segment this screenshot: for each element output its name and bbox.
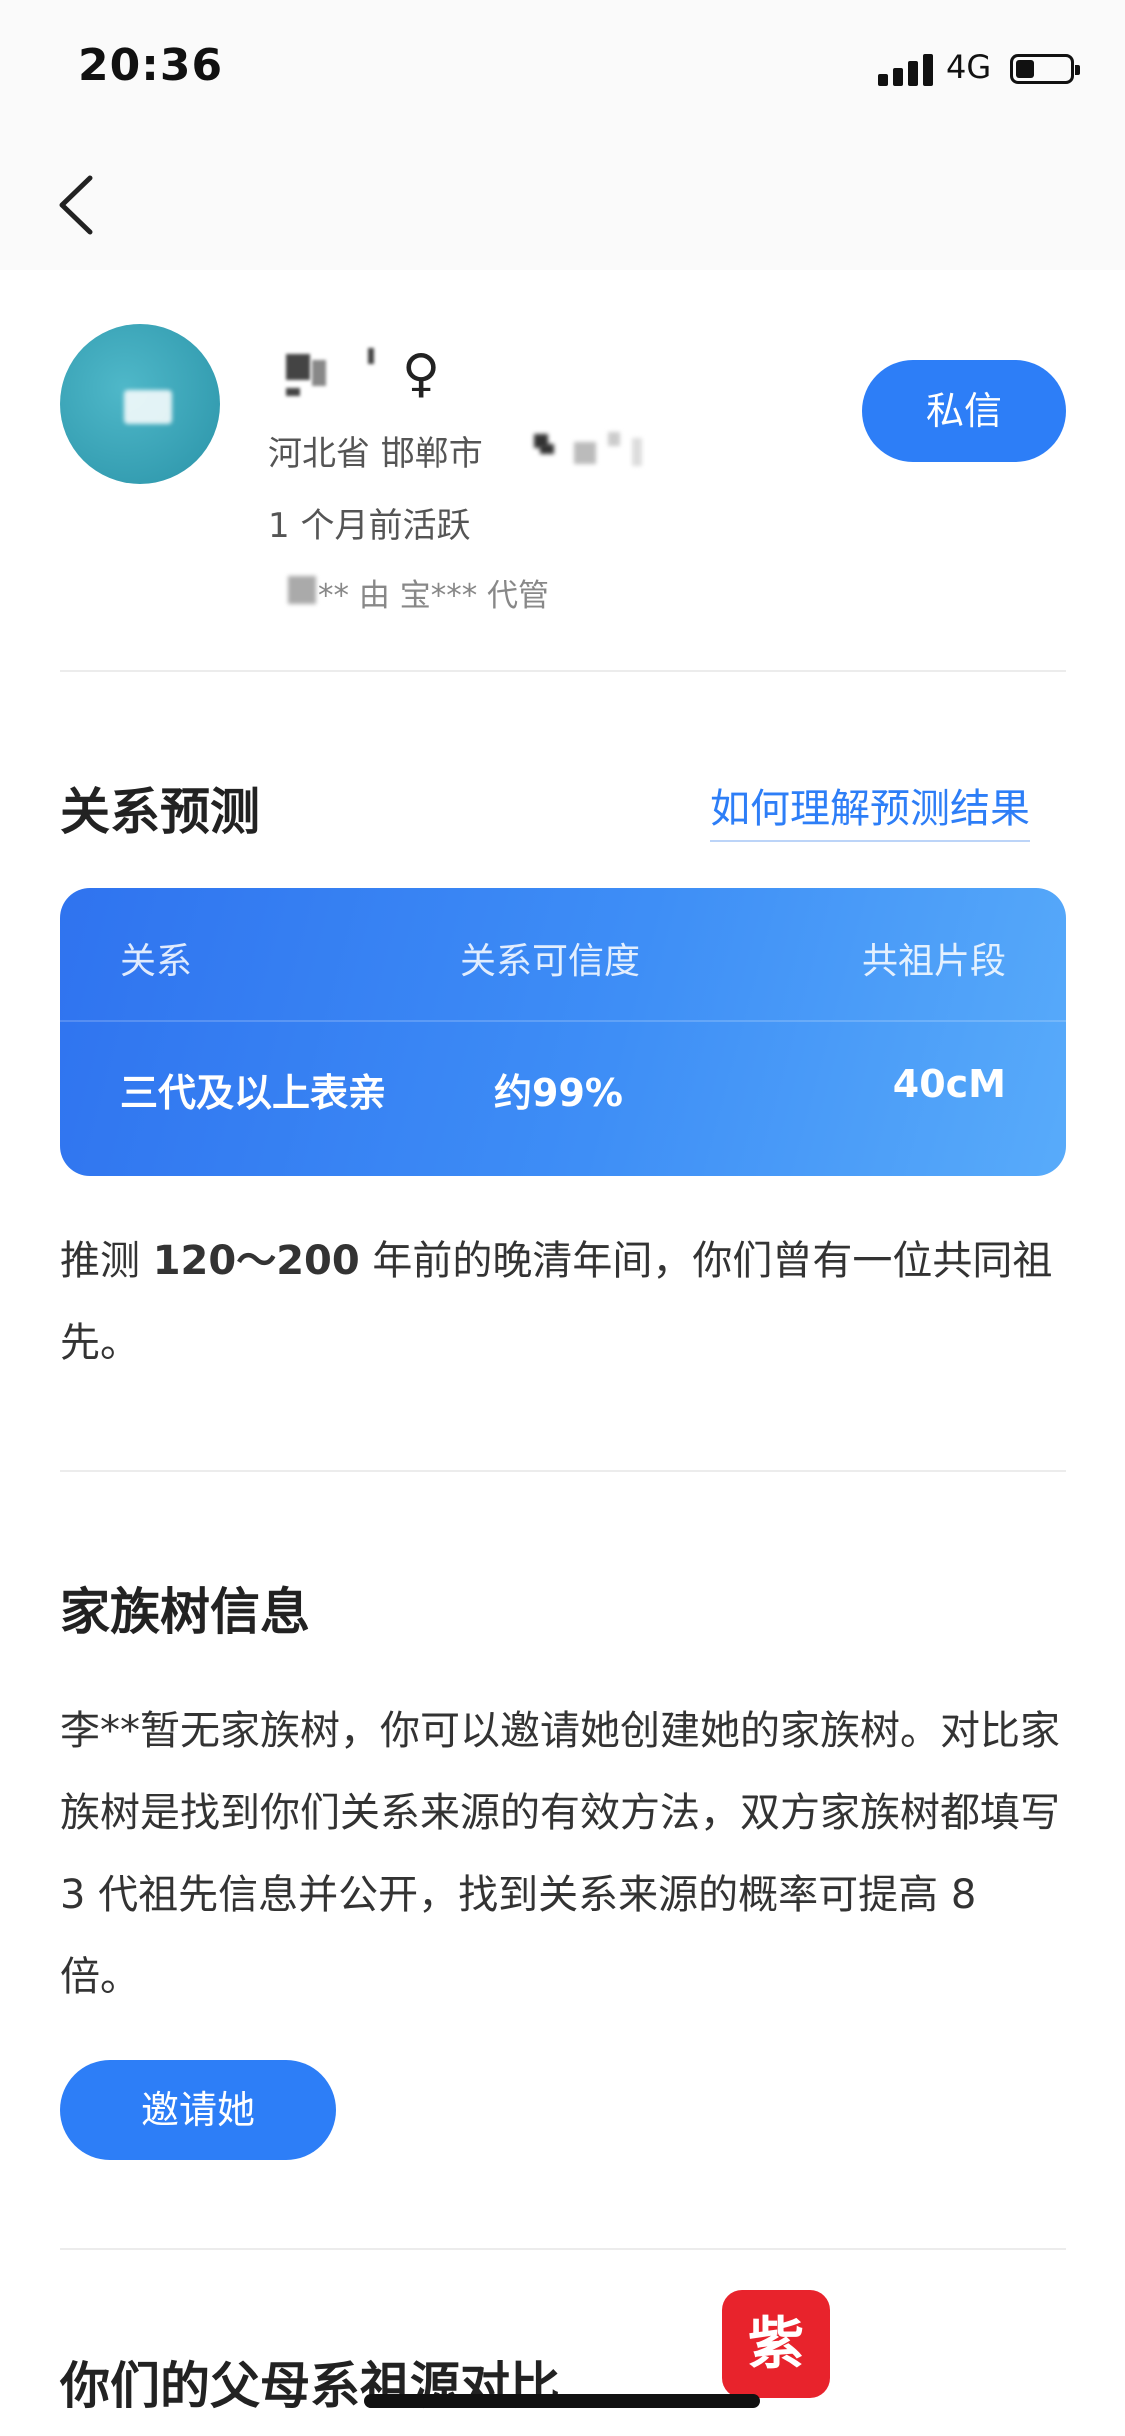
divider — [60, 670, 1066, 672]
last-active: 1 个月前活跃 — [268, 506, 471, 546]
location-text: 河北省 邯郸市 — [268, 434, 483, 474]
signal-bars-icon — [878, 52, 934, 86]
network-label: 4G — [946, 48, 992, 86]
home-indicator[interactable] — [364, 2394, 760, 2408]
value-relation: 三代及以上表亲 — [120, 1071, 387, 1115]
value-segment: 40cM — [892, 1062, 1006, 1106]
family-tree-description: 李**暂无家族树，你可以邀请她创建她的家族树。对比家族树是找到你们关系来源的有效… — [60, 1708, 1060, 2000]
header-relation: 关系 — [120, 941, 193, 982]
name-redacted — [286, 344, 374, 398]
estimate-range: 120～200 — [152, 1238, 360, 1284]
avatar[interactable] — [60, 324, 220, 484]
header-confidence: 关系可信度 — [460, 941, 641, 982]
location-redacted — [534, 426, 654, 476]
managed-by: ** 由 宝*** 代管 — [318, 578, 550, 614]
estimate-text: 推测 120～200 年前的晚清年间，你们曾有一位共同祖先。 — [60, 1238, 1053, 1366]
nav-bar — [0, 140, 1125, 270]
divider — [60, 1470, 1066, 1472]
female-icon: ♀ — [402, 344, 441, 404]
section-title-family-tree: 家族树信息 — [60, 1583, 310, 1641]
status-bar: 20:36 4G — [0, 0, 1125, 140]
relationship-card: 关系 关系可信度 共祖片段 三代及以上表亲 约99% 40cM — [60, 888, 1066, 1176]
chevron-left-icon[interactable] — [50, 170, 110, 240]
invite-button[interactable]: 邀请她 — [60, 2060, 336, 2160]
battery-icon — [1010, 54, 1080, 84]
message-button[interactable]: 私信 — [862, 360, 1066, 462]
section-title-relationship: 关系预测 — [60, 783, 260, 841]
watermark-badge: 紫牛 — [722, 2290, 830, 2436]
manager-redacted — [288, 576, 316, 604]
divider — [60, 2248, 1066, 2250]
help-link[interactable]: 如何理解预测结果 — [710, 776, 1030, 842]
status-time: 20:36 — [78, 40, 224, 91]
header-segment: 共祖片段 — [861, 941, 1006, 982]
value-confidence: 约99% — [494, 1071, 623, 1115]
